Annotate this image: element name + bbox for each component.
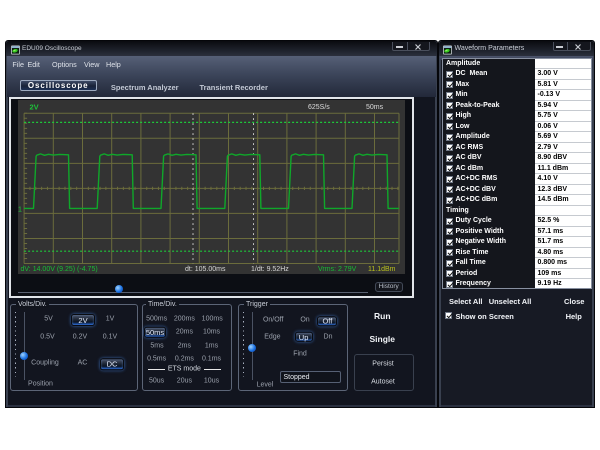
svg-text:Vrms: 2.79V: Vrms: 2.79V: [318, 266, 357, 273]
svg-text:50ms: 50ms: [366, 104, 384, 111]
svg-text:11.1dBm: 11.1dBm: [368, 266, 396, 273]
svg-text:1: 1: [18, 207, 22, 214]
svg-text:dt: 105.00ms: dt: 105.00ms: [185, 266, 226, 273]
svg-text:625S/s: 625S/s: [308, 104, 330, 111]
svg-text:2V: 2V: [29, 103, 38, 112]
svg-text:1/dt: 9.52Hz: 1/dt: 9.52Hz: [251, 266, 289, 273]
svg-text:dV: 14.00V (9.25) (-4.75): dV: 14.00V (9.25) (-4.75): [20, 266, 97, 273]
